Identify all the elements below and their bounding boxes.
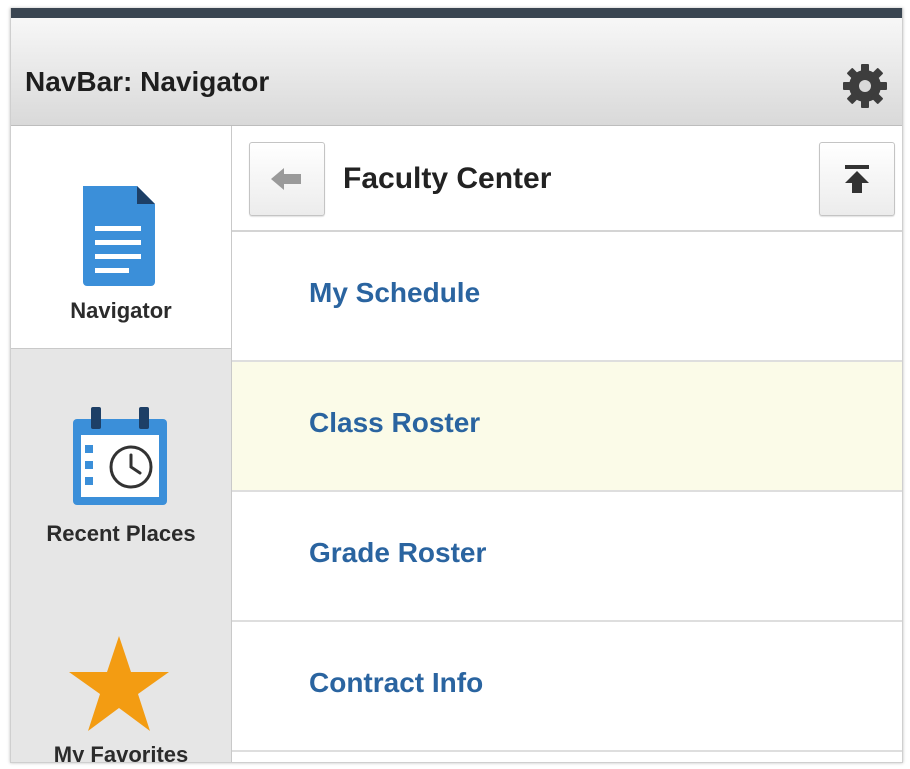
menu-item-label: Grade Roster xyxy=(309,537,487,568)
sidebar-item-label: Recent Places xyxy=(46,521,196,546)
gear-icon[interactable] xyxy=(840,61,890,111)
arrow-to-top-icon xyxy=(845,165,869,193)
sidebar-item-recent-places[interactable]: Recent Places xyxy=(11,349,231,571)
document-icon xyxy=(83,186,155,286)
menu-item-label: Contract Info xyxy=(309,667,484,698)
menu-item-my-schedule[interactable]: My Schedule xyxy=(232,232,902,362)
back-button[interactable] xyxy=(249,142,325,216)
header-title: NavBar: Navigator xyxy=(25,66,270,97)
navigator-panel: Faculty Center My Schedule Class Roster … xyxy=(232,126,902,762)
menu-item-grade-roster[interactable]: Grade Roster xyxy=(232,492,902,622)
sidebar-item-label: Navigator xyxy=(70,298,172,323)
star-icon xyxy=(69,636,169,731)
go-to-top-button[interactable] xyxy=(819,142,895,216)
back-arrow-icon xyxy=(271,168,301,190)
sidebar-item-label: My Favorites xyxy=(53,742,189,763)
folder-title: Faculty Center xyxy=(343,162,552,195)
sidebar-item-navigator[interactable]: Navigator xyxy=(11,126,231,349)
calendar-clock-icon xyxy=(73,407,167,505)
menu-item-class-roster[interactable]: Class Roster xyxy=(232,362,902,492)
folder-header: Faculty Center xyxy=(232,126,902,232)
navbar-header: NavBar: Navigator xyxy=(11,18,902,126)
top-bar xyxy=(11,8,902,18)
navbar-panel: NavBar: Navigator Navigator Recent Place… xyxy=(10,8,903,763)
menu-item-label: Class Roster xyxy=(309,407,481,438)
navbar-sidebar: Navigator Recent Places My Favorites xyxy=(11,126,232,762)
menu-item-label: My Schedule xyxy=(309,277,481,308)
sidebar-item-my-favorites[interactable]: My Favorites xyxy=(11,572,231,762)
menu-list: My Schedule Class Roster Grade Roster Co… xyxy=(232,232,902,752)
menu-item-contract-info[interactable]: Contract Info xyxy=(232,622,902,752)
